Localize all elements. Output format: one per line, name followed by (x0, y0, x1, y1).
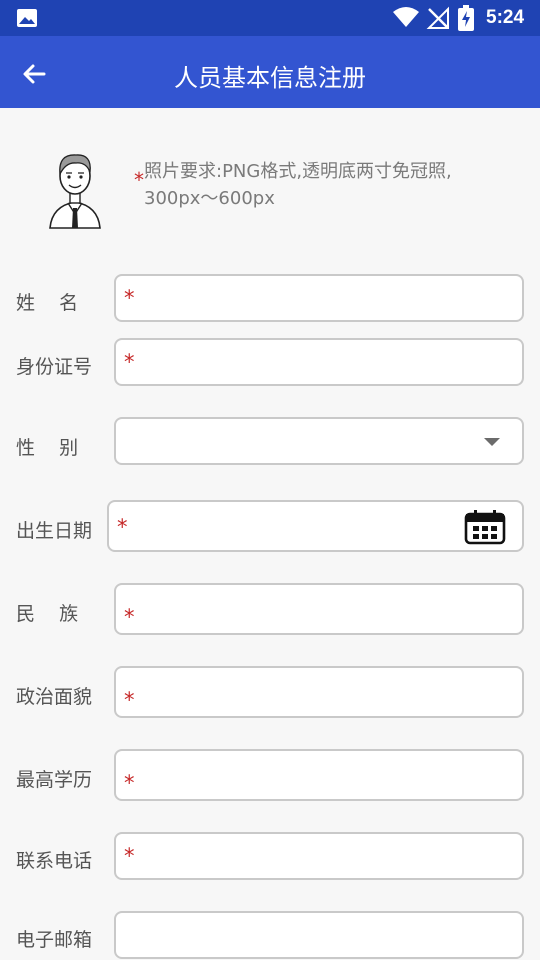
photo-section: * 照片要求:PNG格式,透明底两寸免冠照, 300px～600px (40, 148, 540, 238)
education-required-mark: * (124, 771, 135, 795)
gender-label: 性 别 (16, 437, 79, 459)
person-avatar-icon[interactable] (46, 148, 104, 230)
name-input[interactable]: * (114, 274, 524, 322)
phone-input[interactable]: * (114, 832, 524, 880)
education-input[interactable]: * (114, 749, 524, 801)
photo-required-mark: * (134, 168, 144, 192)
chevron-down-icon (484, 438, 500, 446)
political-status-label: 政治面貌 (16, 686, 93, 708)
id-number-label: 身份证号 (16, 356, 93, 378)
status-time: 5:24 (486, 7, 525, 28)
phone-required-mark: * (124, 844, 135, 868)
status-bar: 5:24 (0, 0, 540, 36)
political-status-input[interactable]: * (114, 666, 524, 718)
id-number-required-mark: * (124, 350, 135, 374)
ethnicity-required-mark: * (124, 605, 135, 629)
gender-select[interactable] (114, 417, 524, 465)
political-status-required-mark: * (124, 688, 135, 712)
photo-requirement-text: 照片要求:PNG格式,透明底两寸免冠照, 300px～600px (144, 158, 534, 212)
battery-charging-icon (458, 5, 474, 31)
education-label: 最高学历 (16, 769, 93, 791)
app-bar: 人员基本信息注册 (0, 36, 540, 108)
wifi-icon (393, 7, 419, 27)
birth-date-required-mark: * (117, 515, 128, 539)
email-input[interactable] (114, 911, 524, 959)
email-label: 电子邮箱 (16, 929, 93, 951)
gallery-icon (17, 9, 37, 27)
name-required-mark: * (124, 286, 135, 310)
phone-label: 联系电话 (16, 850, 93, 872)
photo-requirement-line2: 300px～600px (144, 188, 275, 209)
photo-requirement-line1: 照片要求:PNG格式,透明底两寸免冠照, (144, 161, 452, 182)
ethnicity-label: 民 族 (16, 603, 79, 625)
calendar-icon[interactable] (464, 509, 506, 545)
birth-date-input[interactable]: * (107, 500, 524, 552)
id-number-input[interactable]: * (114, 338, 524, 386)
name-label: 姓 名 (16, 292, 79, 314)
birth-date-label: 出生日期 (16, 520, 93, 542)
no-signal-icon (426, 6, 449, 29)
ethnicity-input[interactable]: * (114, 583, 524, 635)
page-title: 人员基本信息注册 (174, 64, 366, 92)
